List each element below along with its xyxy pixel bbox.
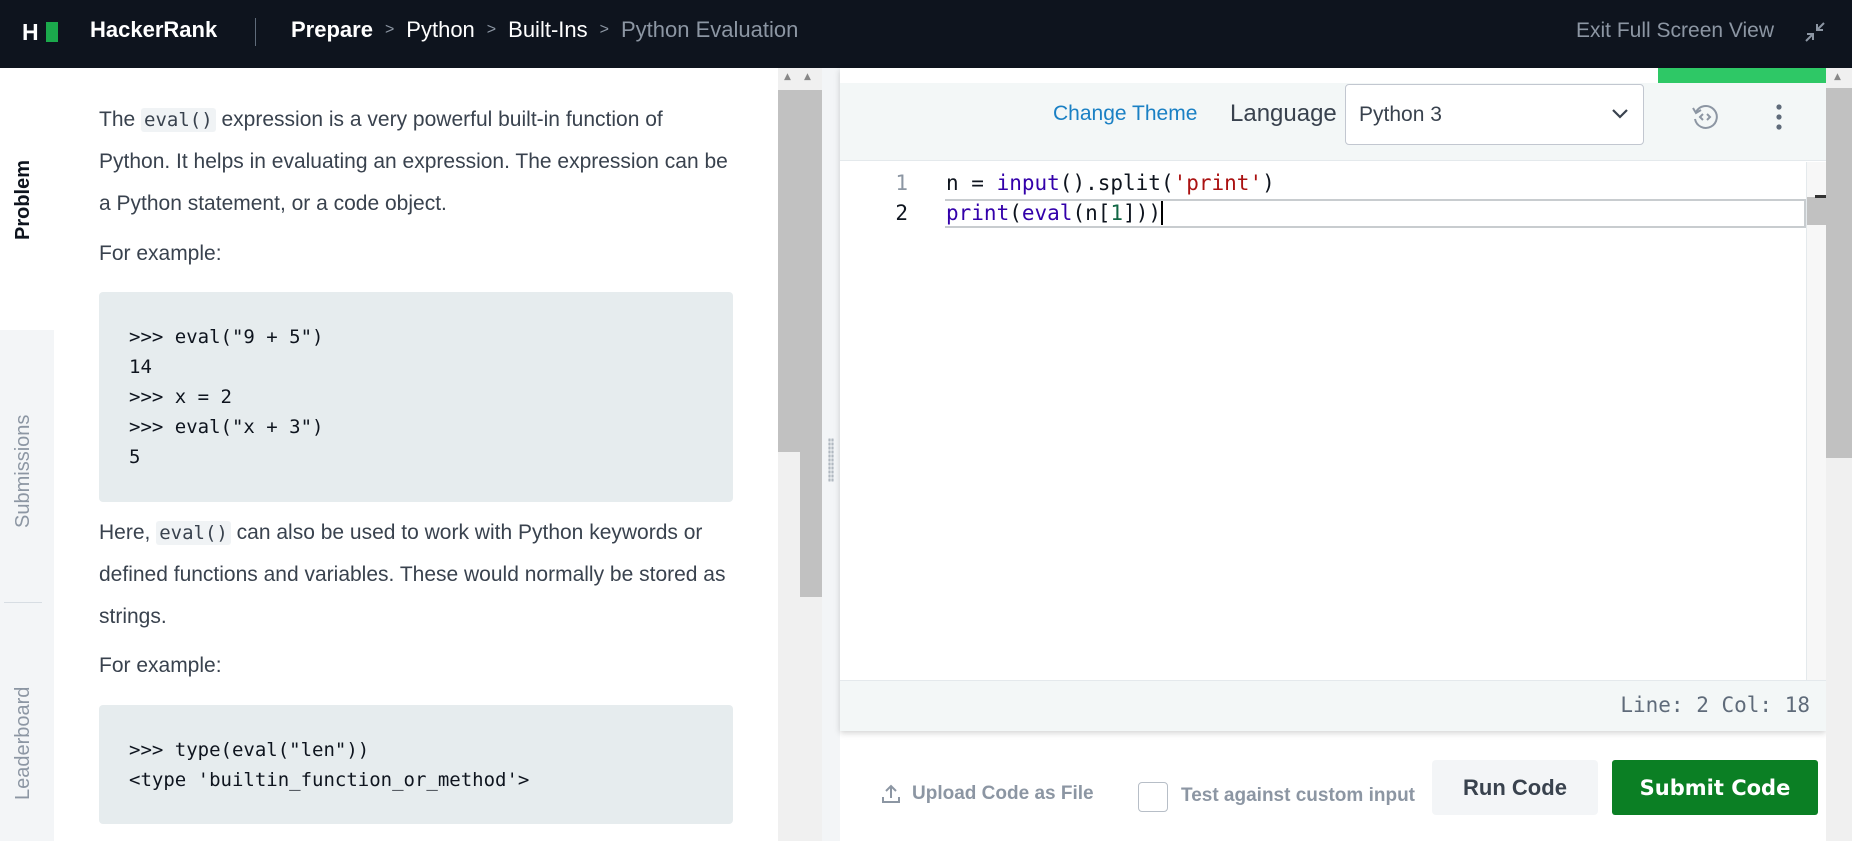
problem-paragraph-1: The eval() expression is a very powerful… [99,99,739,225]
custom-input-checkbox[interactable] [1138,782,1168,812]
breadcrumb-current: Python Evaluation [620,17,799,42]
tab-submissions[interactable]: Submissions [12,415,35,528]
top-navbar: H HackerRank Prepare > Python > Built-In… [0,0,1852,68]
header-divider [255,18,256,46]
tab-problem[interactable]: Problem [12,160,35,240]
page-scrollbar[interactable]: ▲ [1826,68,1852,841]
scrollbar-thumb[interactable] [778,90,822,452]
line-number: 2 [895,201,908,225]
scrollbar-thumb[interactable] [1826,88,1852,458]
restore-code-icon[interactable] [1690,102,1720,132]
code-line-2[interactable]: print(eval(n[1])) [946,201,1163,225]
problem-side-tabs: Problem Submissions Leaderboard [0,68,54,841]
language-label: Language [1230,100,1337,127]
problem-statement: The eval() expression is a very powerful… [54,68,778,841]
upload-label: Upload Code as File [912,783,1094,804]
tab-leaderboard[interactable]: Leaderboard [12,687,35,800]
upload-icon [882,784,900,803]
more-options-icon[interactable] [1768,102,1790,132]
pane-resize-handle[interactable] [822,68,840,841]
breadcrumb: Prepare > Python > Built-Ins > Python Ev… [291,17,798,43]
scroll-up-icon[interactable]: ▲ [1834,72,1841,82]
problem-scrollbar[interactable]: ▲ ▲ [778,68,822,841]
inline-code: eval() [156,521,231,545]
language-value: Python 3 [1359,103,1442,126]
scrollbar-thumb[interactable] [1807,197,1827,225]
chevron-right-icon: > [599,21,609,38]
tab-divider [4,602,42,603]
code-token: eval [1021,201,1073,225]
chevron-right-icon: > [384,21,395,38]
code-token: print [946,201,1010,225]
code-example-block: >>> type(eval("len")) <type 'builtin_fun… [99,705,733,824]
code-token: ])) [1123,201,1161,225]
custom-input-label[interactable]: Test against custom input [1181,785,1415,807]
logo-h-mark: H [22,19,39,45]
code-line-1[interactable]: n = input().split('print') [946,171,1275,195]
code-token: ().split( [1059,171,1174,195]
code-token: ( [1009,201,1022,225]
chevron-down-icon [1612,109,1628,119]
submit-code-button[interactable]: Submit Code [1612,760,1818,815]
scroll-up-icon[interactable]: ▲ [784,72,791,82]
collapse-icon[interactable] [1803,20,1827,44]
code-token: (n[ [1072,201,1111,225]
text-cursor [1160,201,1163,225]
scroll-up-icon[interactable]: ▲ [804,72,811,82]
brand-name[interactable]: HackerRank [90,17,217,43]
exit-fullscreen-link[interactable]: Exit Full Screen View [1576,19,1774,43]
editor-scrollbar[interactable] [1806,162,1827,680]
code-token: input [996,171,1060,195]
editor-accent-strip [1658,68,1826,83]
code-token: 1 [1110,201,1124,225]
drag-grip-icon [828,438,834,482]
for-example-label: For example: [99,242,222,265]
code-token: n = [946,171,997,195]
text: Here, [99,521,157,544]
hackerrank-logo[interactable]: H [22,20,62,44]
inline-code: eval() [141,108,216,132]
for-example-label: For example: [99,654,222,677]
problem-paragraph-2: Here, eval() can also be used to work wi… [99,512,739,638]
change-theme-link[interactable]: Change Theme [1053,102,1197,126]
code-example-block: >>> eval("9 + 5") 14 >>> x = 2 >>> eval(… [99,292,733,502]
breadcrumb-python[interactable]: Python [406,17,475,43]
code-token: 'print' [1173,171,1263,195]
code-editor[interactable] [840,162,1805,680]
upload-code-button[interactable]: Upload Code as File [882,783,1094,805]
language-select[interactable]: Python 3 [1345,84,1644,145]
code-token: ) [1262,171,1275,195]
editor-status-bar: Line: 2 Col: 18 [840,680,1826,731]
line-number: 1 [895,171,908,195]
breadcrumb-prepare[interactable]: Prepare [291,17,373,43]
text: The [99,108,142,131]
run-code-button[interactable]: Run Code [1432,760,1598,815]
scrollbar-thumb[interactable] [800,452,822,597]
cursor-position: Line: 2 Col: 18 [1620,693,1810,717]
breadcrumb-built-ins[interactable]: Built-Ins [508,17,587,43]
chevron-right-icon: > [486,21,497,38]
logo-green-square [46,22,58,42]
